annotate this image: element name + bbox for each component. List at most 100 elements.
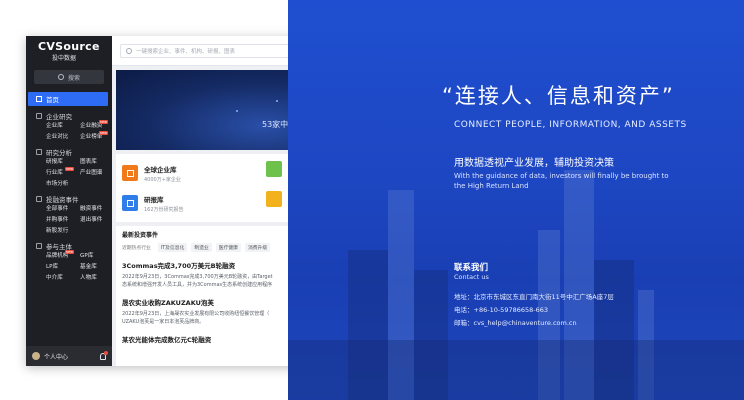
sidebar-search-label: 搜索 (67, 74, 80, 82)
search-icon (57, 74, 64, 80)
report-icon (122, 195, 138, 211)
sidebar-item[interactable]: 基金库 (80, 263, 114, 272)
sidebar-search-button[interactable]: 搜索 (34, 70, 104, 84)
notification-dot (104, 350, 108, 355)
sidebar-group-research-analysis: 研究分析 研报库 图表库 行业库 new 产业图谱 市场分析 (26, 146, 112, 189)
sidebar-item[interactable]: 研报库 (46, 158, 80, 167)
user-center-link[interactable]: 个人中心 (44, 352, 68, 361)
sidebar-item[interactable]: 退出事件 (80, 216, 114, 225)
card-title: 研报库 (144, 195, 164, 204)
card-icon-partial[interactable] (266, 191, 282, 207)
subtitle-english: With the guidance of data, investors wil… (454, 172, 669, 190)
user-avatar-icon[interactable] (32, 352, 40, 360)
tagline: “连接人、信息和资产” (442, 84, 675, 108)
sidebar-item-label: 市场分析 (46, 181, 69, 187)
app-window: CVSource 投中数据 搜索 首页 企业研究 企业库 企业融资 new 企业… (26, 36, 326, 366)
brand-panel: “连接人、信息和资产” CONNECT PEOPLE, INFORMATION,… (288, 0, 744, 400)
search-placeholder: 一键搜索企业、事件、机构、研报、图表 (136, 48, 236, 55)
sidebar-item[interactable]: 人物库 (80, 274, 114, 283)
sidebar-item-label: 并购事件 (46, 217, 69, 223)
bell-icon[interactable] (100, 350, 108, 360)
sidebar-item[interactable]: GP库 (80, 252, 114, 261)
sidebar-item[interactable]: 企业融资 new (80, 120, 114, 131)
card-subtitle: 162万份研究报告 (144, 206, 184, 213)
tag-it[interactable]: IT及信息化 (157, 243, 188, 252)
tagline-english: CONNECT PEOPLE, INFORMATION, AND ASSETS (454, 120, 687, 130)
sidebar-item-label: 人物库 (80, 275, 97, 281)
tag-manufacturing[interactable]: 制造业 (191, 243, 212, 252)
sidebar-item[interactable]: 融资事件 (80, 205, 114, 214)
new-badge: new (98, 120, 108, 124)
tag-label: 近期热点行业 (122, 246, 151, 251)
sidebar-item[interactable]: 中介库 (46, 274, 80, 283)
card-icon-partial[interactable] (266, 161, 282, 177)
sidebar-item-label: 基金库 (80, 264, 97, 270)
sidebar-item-home[interactable]: 首页 (28, 92, 108, 106)
sidebar-group-label: 研究分析 (46, 149, 72, 157)
sidebar-item-label: 研报库 (46, 159, 63, 165)
banner-text: 53家中 (262, 120, 289, 129)
sidebar-item-label: 企业对比 (46, 134, 69, 140)
new-badge: new (64, 167, 74, 171)
banner-decoration (276, 100, 278, 102)
sidebar-item[interactable]: 新股发行 (46, 227, 80, 236)
sidebar-item-label: 中介库 (46, 275, 63, 281)
sidebar-item[interactable]: 图表库 (80, 158, 114, 167)
card-subtitle: 4000万+家企业 (144, 176, 181, 183)
sidebar-item-label: 全部事件 (46, 206, 69, 212)
sidebar-item-label: 融资事件 (80, 206, 103, 212)
building-icon (36, 113, 42, 119)
search-icon (126, 47, 132, 54)
sidebar-item[interactable]: 产业图谱 (80, 169, 114, 178)
sidebar: CVSource 投中数据 搜索 首页 企业研究 企业库 企业融资 new 企业… (26, 36, 112, 366)
sidebar-group-title[interactable]: 投融资事件 (26, 193, 112, 205)
sidebar-item[interactable]: 企业榜单 new (80, 131, 114, 142)
chart-icon (36, 149, 42, 155)
sidebar-group-label: 企业研究 (46, 113, 72, 121)
new-badge: new (64, 250, 74, 254)
sidebar-item-label: 图表库 (80, 159, 97, 165)
home-icon (36, 96, 42, 102)
contact-email[interactable]: 邮箱：cvs_help@chinaventure.com.cn (454, 317, 577, 327)
contact-subtitle: Contact us (454, 273, 489, 281)
skyline-decoration (288, 340, 744, 400)
subtitle: 用数据透视产业发展，辅助投资决策 (454, 158, 614, 169)
grid-icon (36, 243, 42, 249)
screen: CVSource 投中数据 搜索 首页 企业研究 企业库 企业融资 new 企业… (0, 0, 744, 400)
sidebar-group-investment-events: 投融资事件 全部事件 融资事件 并购事件 退出事件 新股发行 (26, 193, 112, 236)
logo[interactable]: CVSource 投中数据 (26, 36, 112, 64)
sidebar-item[interactable]: LP库 (46, 263, 80, 272)
sidebar-item-label: GP库 (80, 253, 94, 259)
banner-decoration (236, 110, 238, 112)
sidebar-item[interactable]: 品牌机构 new (46, 250, 80, 261)
sidebar-item[interactable]: 企业对比 (46, 133, 80, 142)
sidebar-item-label: 首页 (46, 96, 59, 104)
tag-healthcare[interactable]: 医疗健康 (215, 243, 241, 252)
sidebar-item-label: 企业库 (46, 123, 63, 129)
sidebar-item[interactable]: 企业库 (46, 122, 80, 131)
sidebar-item-label: LP库 (46, 264, 59, 270)
building-icon (122, 165, 138, 181)
sidebar-item-label: 退出事件 (80, 217, 103, 223)
sidebar-group-company-research: 企业研究 企业库 企业融资 new 企业对比 企业榜单 new (26, 110, 112, 142)
tag-consumer[interactable]: 消费升级 (244, 243, 271, 252)
sidebar-group-label: 投融资事件 (46, 196, 79, 204)
logo-subtitle: 投中数据 (52, 55, 77, 62)
sidebar-item[interactable]: 市场分析 (46, 180, 80, 189)
sidebar-item-label: 产业图谱 (80, 170, 103, 176)
sidebar-item[interactable]: 并购事件 (46, 216, 80, 225)
sidebar-item-label: 新股发行 (46, 228, 69, 234)
sidebar-group-title[interactable]: 研究分析 (26, 146, 112, 158)
document-icon (36, 196, 42, 202)
new-badge: new (98, 131, 108, 135)
contact-title: 联系我们 (454, 263, 489, 273)
sidebar-item[interactable]: 全部事件 (46, 205, 80, 214)
search-input[interactable]: 一键搜索企业、事件、机构、研报、图表 (120, 43, 310, 58)
sidebar-footer: 个人中心 (26, 346, 112, 366)
contact-phone: 电话：+86-10-59786658-663 (454, 306, 549, 314)
sidebar-item[interactable]: 行业库 new (46, 167, 80, 178)
sidebar-item-label: 行业库 (46, 170, 63, 176)
contact-address: 地址：北京市东城区东直门南大街11号中汇广场A座7层 (454, 293, 614, 301)
card-title: 全球企业库 (144, 165, 177, 174)
sidebar-group-participants: 参与主体 品牌机构 new GP库 LP库 基金库 中介库 人物库 (26, 240, 112, 283)
